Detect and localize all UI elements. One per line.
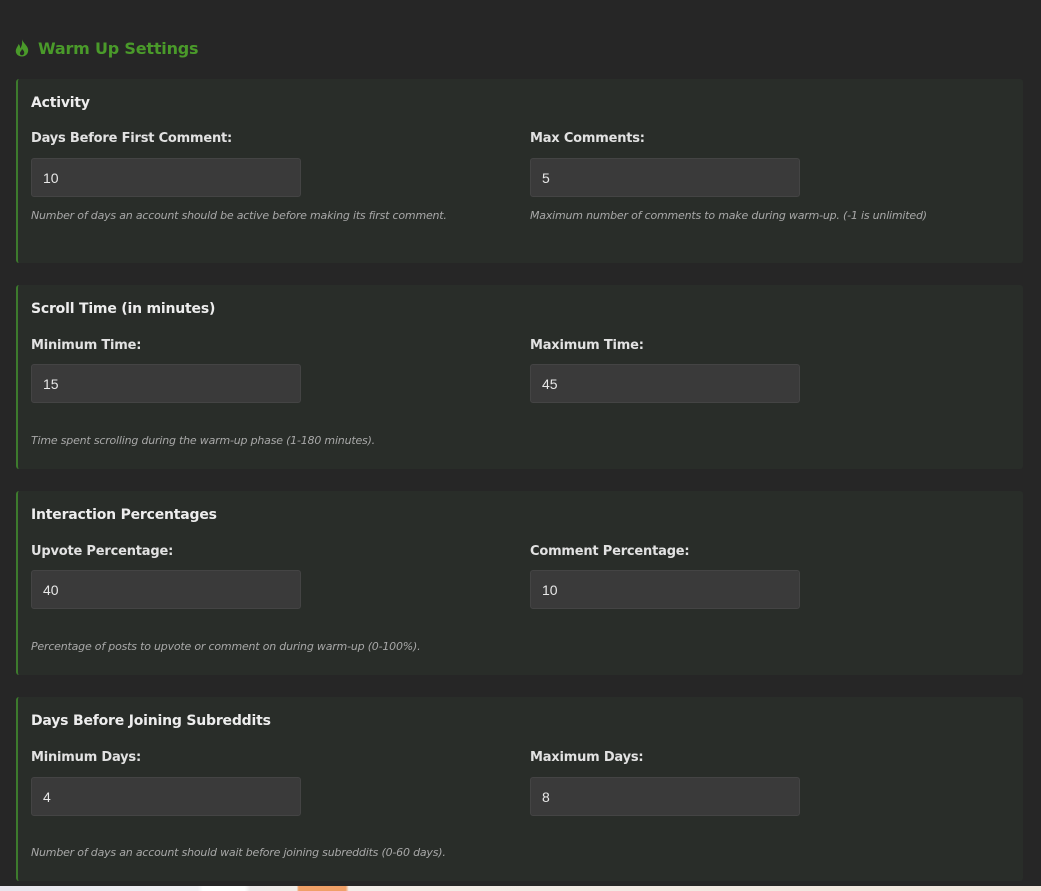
bottom-edge-strip: [0, 886, 1041, 891]
minimum-time-input[interactable]: [31, 364, 301, 403]
join-subreddits-hint: Number of days an account should wait be…: [31, 846, 446, 859]
section-heading: Days Before Joining Subreddits: [31, 713, 271, 729]
max-comments-input[interactable]: [530, 158, 800, 197]
upvote-percentage-input[interactable]: [31, 570, 301, 609]
interaction-percentages-section: Interaction Percentages Upvote Percentag…: [16, 491, 1023, 675]
page-header: Warm Up Settings: [15, 37, 199, 59]
max-comments-label: Max Comments:: [530, 131, 645, 146]
maximum-days-input[interactable]: [530, 777, 800, 816]
days-before-first-comment-label: Days Before First Comment:: [31, 131, 233, 146]
activity-section: Activity Days Before First Comment: Numb…: [16, 79, 1023, 263]
maximum-time-label: Maximum Time:: [530, 338, 644, 353]
flame-icon: [15, 39, 29, 57]
comment-percentage-label: Comment Percentage:: [530, 544, 690, 559]
days-before-first-comment-input[interactable]: [31, 158, 301, 197]
minimum-time-label: Minimum Time:: [31, 338, 142, 353]
page-title: Warm Up Settings: [38, 38, 199, 58]
upvote-percentage-label: Upvote Percentage:: [31, 544, 174, 559]
minimum-days-label: Minimum Days:: [31, 750, 141, 765]
maximum-time-input[interactable]: [530, 364, 800, 403]
section-heading: Activity: [31, 95, 90, 111]
days-before-first-comment-hint: Number of days an account should be acti…: [31, 209, 447, 222]
section-heading: Interaction Percentages: [31, 507, 217, 523]
max-comments-hint: Maximum number of comments to make durin…: [530, 209, 927, 222]
minimum-days-input[interactable]: [31, 777, 301, 816]
maximum-days-label: Maximum Days:: [530, 750, 644, 765]
section-heading: Scroll Time (in minutes): [31, 301, 216, 317]
scroll-time-hint: Time spent scrolling during the warm-up …: [31, 434, 375, 447]
join-subreddits-section: Days Before Joining Subreddits Minimum D…: [16, 697, 1023, 881]
comment-percentage-input[interactable]: [530, 570, 800, 609]
scroll-time-section: Scroll Time (in minutes) Minimum Time: M…: [16, 285, 1023, 469]
interaction-percentages-hint: Percentage of posts to upvote or comment…: [31, 640, 421, 653]
